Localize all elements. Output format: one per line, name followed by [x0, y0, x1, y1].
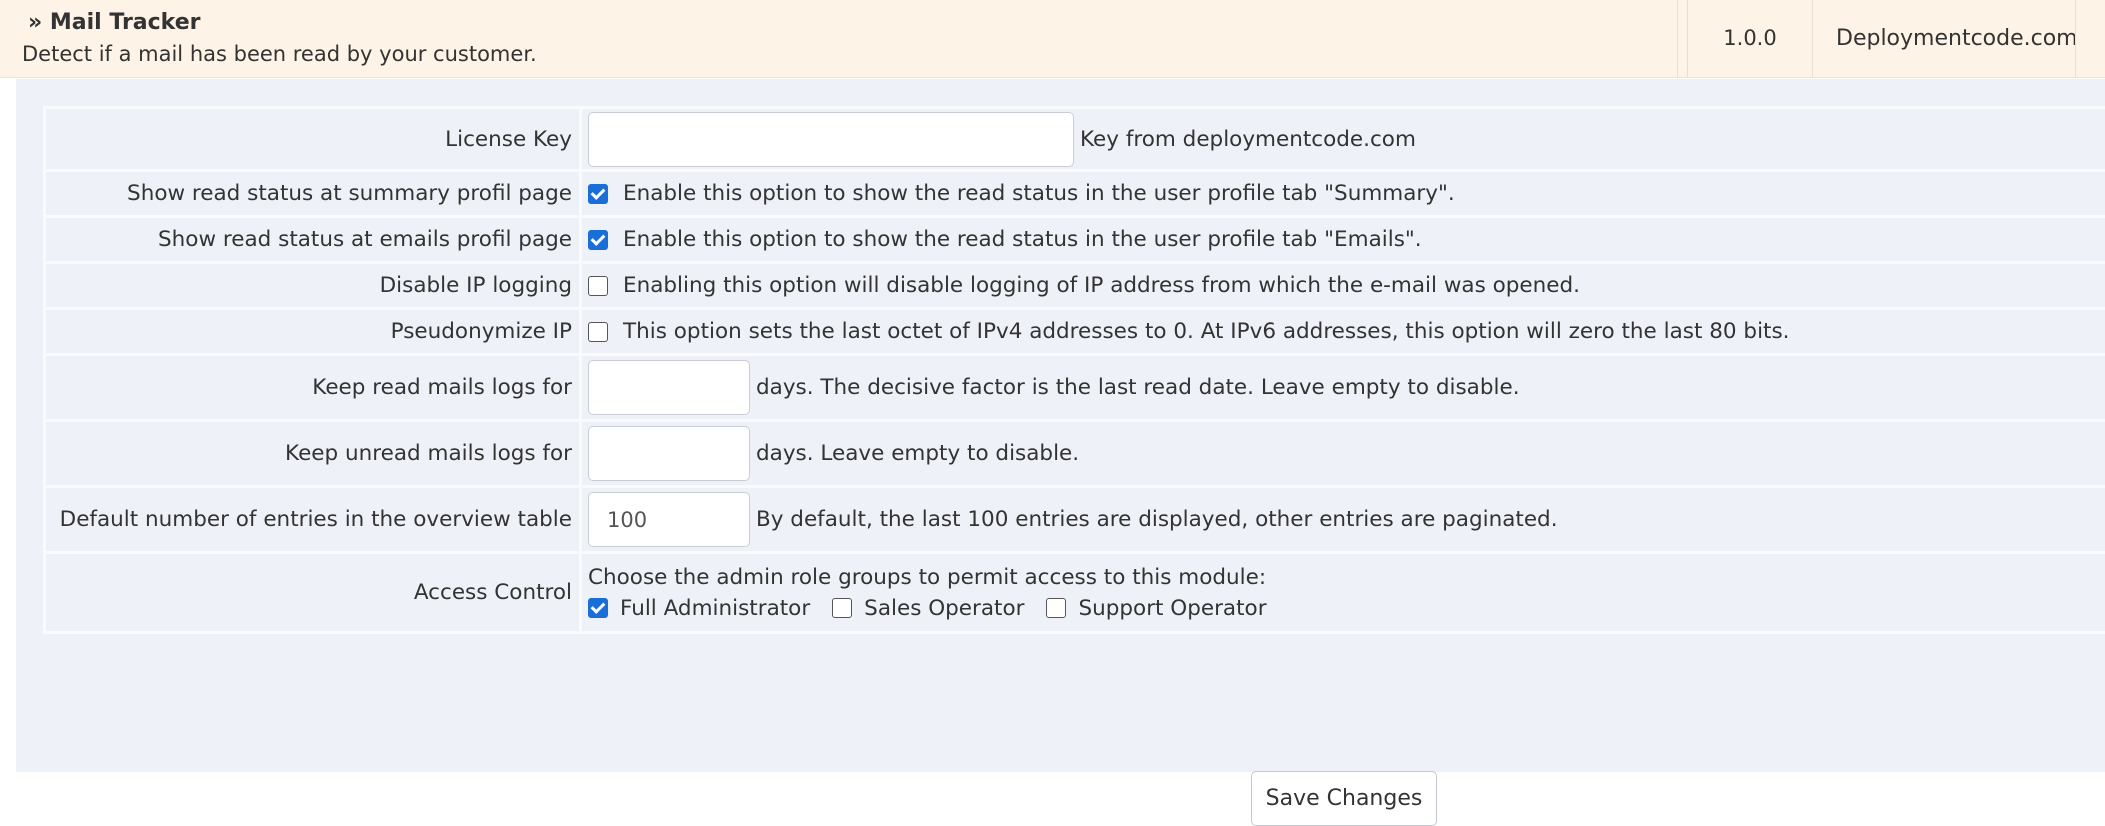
module-header: » Mail Tracker Detect if a mail has been…: [0, 0, 2105, 78]
save-changes-button[interactable]: Save Changes: [1251, 771, 1437, 826]
setting-help: Enable this option to show the read stat…: [623, 181, 1455, 206]
module-title: » Mail Tracker: [28, 10, 201, 35]
setting-help: Key from deploymentcode.com: [1080, 127, 1416, 152]
setting-row-default-entries: Default number of entries in the overvie…: [45, 487, 2105, 553]
setting-row-summary-status: Show read status at summary profil page …: [45, 171, 2105, 217]
setting-help: days. The decisive factor is the last re…: [756, 375, 1520, 400]
setting-row-emails-status: Show read status at emails profil page E…: [45, 217, 2105, 263]
setting-label: Pseudonymize IP: [45, 309, 581, 355]
setting-row-keep-unread: Keep unread mails logs for days. Leave e…: [45, 421, 2105, 487]
module-version: 1.0.0: [1720, 26, 1780, 50]
summary-status-checkbox[interactable]: [588, 184, 608, 204]
default-entries-input[interactable]: [588, 492, 750, 547]
setting-help: By default, the last 100 entries are dis…: [756, 507, 1558, 532]
license-key-input[interactable]: [588, 112, 1074, 167]
role-label: Support Operator: [1078, 596, 1266, 621]
setting-label: Access Control: [45, 553, 581, 633]
setting-label: Keep unread mails logs for: [45, 421, 581, 487]
setting-help: Enable this option to show the read stat…: [623, 227, 1422, 252]
setting-help: This option sets the last octet of IPv4 …: [623, 319, 1790, 344]
support-operator-checkbox[interactable]: [1046, 598, 1066, 618]
module-vendor: Deploymentcode.com: [1836, 26, 2078, 51]
setting-label: Show read status at summary profil page: [45, 171, 581, 217]
setting-row-access-control: Access Control Choose the admin role gro…: [45, 553, 2105, 633]
column-divider: [1677, 0, 1678, 77]
full-administrator-checkbox[interactable]: [588, 598, 608, 618]
setting-label: Keep read mails logs for: [45, 355, 581, 421]
column-divider: [1687, 0, 1688, 77]
role-option-support-operator[interactable]: Support Operator: [1046, 596, 1266, 621]
setting-label: Show read status at emails profil page: [45, 217, 581, 263]
setting-help: days. Leave empty to disable.: [756, 441, 1079, 466]
setting-label: License Key: [45, 108, 581, 171]
module-config-panel: License Key Key from deploymentcode.com …: [16, 79, 2105, 772]
setting-label: Default number of entries in the overvie…: [45, 487, 581, 553]
setting-row-pseudonymize-ip: Pseudonymize IP This option sets the las…: [45, 309, 2105, 355]
disable-ip-checkbox[interactable]: [588, 276, 608, 296]
setting-row-disable-ip: Disable IP logging Enabling this option …: [45, 263, 2105, 309]
keep-read-days-input[interactable]: [588, 360, 750, 415]
setting-help: Enabling this option will disable loggin…: [623, 273, 1580, 298]
role-option-sales-operator[interactable]: Sales Operator: [832, 596, 1024, 621]
pseudonymize-ip-checkbox[interactable]: [588, 322, 608, 342]
role-option-full-administrator[interactable]: Full Administrator: [588, 596, 810, 621]
access-control-intro: Choose the admin role groups to permit a…: [588, 565, 2105, 590]
column-divider: [2075, 0, 2076, 77]
role-label: Full Administrator: [620, 596, 810, 621]
role-group-list: Full Administrator Sales Operator Suppor…: [588, 596, 2105, 621]
emails-status-checkbox[interactable]: [588, 230, 608, 250]
module-description: Detect if a mail has been read by your c…: [22, 42, 537, 66]
sales-operator-checkbox[interactable]: [832, 598, 852, 618]
setting-row-license-key: License Key Key from deploymentcode.com: [45, 108, 2105, 171]
setting-row-keep-read: Keep read mails logs for days. The decis…: [45, 355, 2105, 421]
settings-table: License Key Key from deploymentcode.com …: [43, 106, 2105, 634]
role-label: Sales Operator: [864, 596, 1024, 621]
setting-label: Disable IP logging: [45, 263, 581, 309]
keep-unread-days-input[interactable]: [588, 426, 750, 481]
column-divider: [1812, 0, 1813, 77]
